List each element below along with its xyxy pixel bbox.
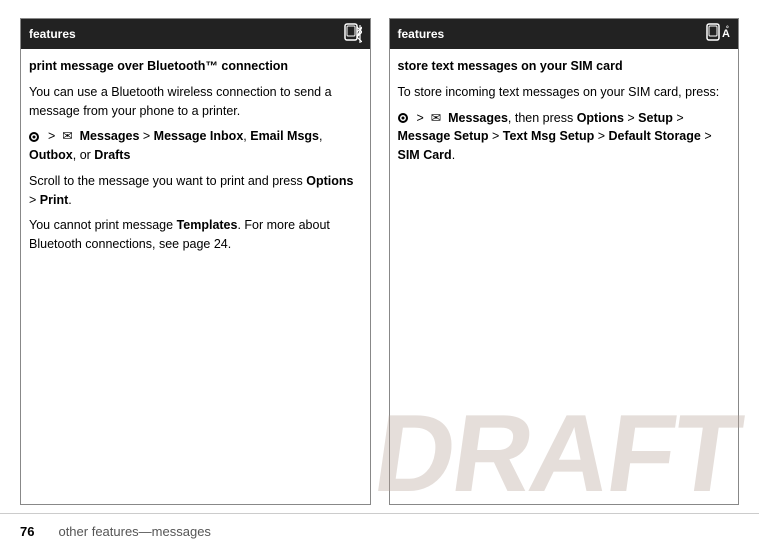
- svg-text:°: °: [726, 25, 729, 33]
- card-left-para1: You can use a Bluetooth wireless connect…: [29, 83, 362, 121]
- card-right-header-label: features: [398, 27, 445, 41]
- main-content: features print message over: [0, 0, 759, 505]
- card-right-para2: > ✉ Messages, then press Options > Setup…: [398, 109, 731, 165]
- page-container: features print message over: [0, 0, 759, 547]
- card-right: features A ° store text messages on your…: [389, 18, 740, 505]
- envelope-icon-right: ✉: [431, 111, 441, 125]
- envelope-icon-left: ✉: [62, 129, 72, 143]
- card-left-para3: Scroll to the message you want to print …: [29, 172, 362, 210]
- card-right-header: features A °: [390, 19, 739, 49]
- card-left-para4: You cannot print message Templates. For …: [29, 216, 362, 254]
- card-left: features print message over: [20, 18, 371, 505]
- card-left-title: print message over Bluetooth™ connection: [29, 57, 362, 76]
- nav-dot-icon: [29, 132, 39, 142]
- bluetooth-svg: [344, 23, 362, 45]
- bluetooth-icon: [344, 23, 362, 45]
- sim-svg: A °: [706, 23, 730, 45]
- card-left-title-text: print message over Bluetooth™ connection: [29, 59, 288, 73]
- card-right-body: store text messages on your SIM card To …: [390, 49, 739, 504]
- footer: 76 other features—messages: [0, 513, 759, 547]
- card-left-para2: > ✉ Messages > Message Inbox, Email Msgs…: [29, 127, 362, 165]
- footer-text: other features—messages: [58, 524, 210, 539]
- card-right-para1: To store incoming text messages on your …: [398, 83, 731, 102]
- page-number: 76: [20, 524, 34, 539]
- card-right-title: store text messages on your SIM card: [398, 57, 731, 76]
- card-left-header-label: features: [29, 27, 76, 41]
- card-left-body: print message over Bluetooth™ connection…: [21, 49, 370, 504]
- sim-card-icon: A °: [706, 23, 730, 45]
- card-right-title-text: store text messages on your SIM card: [398, 59, 623, 73]
- card-left-header: features: [21, 19, 370, 49]
- nav-dot-icon-right: [398, 113, 408, 123]
